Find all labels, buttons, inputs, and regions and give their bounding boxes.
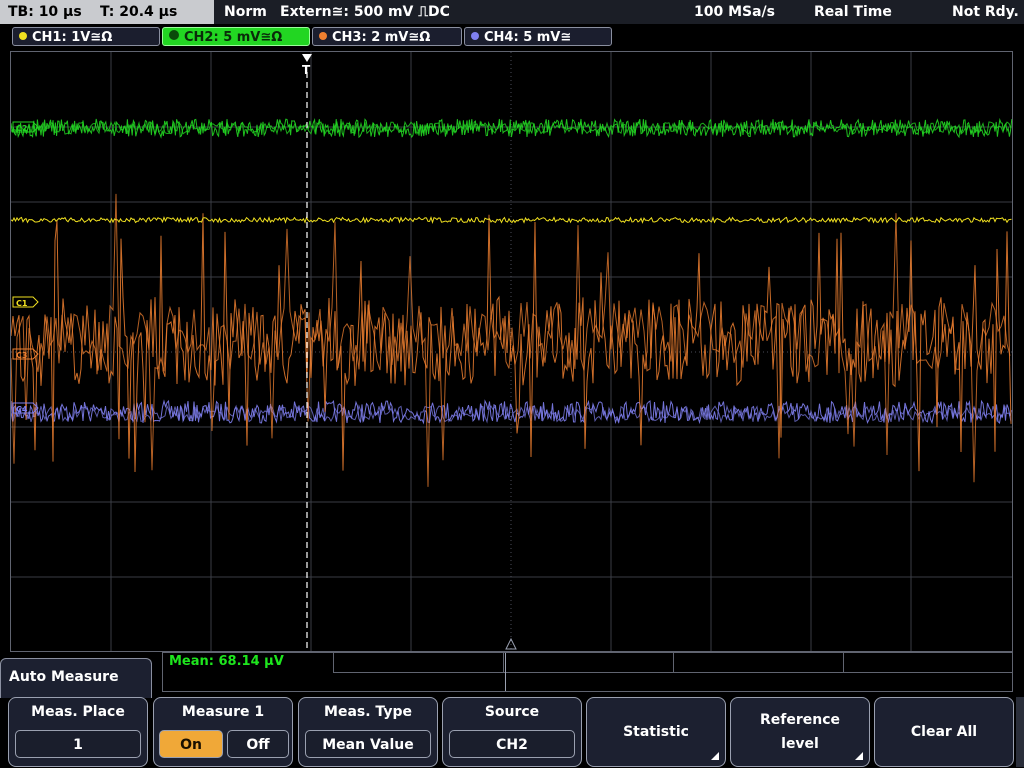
submenu-corner-icon: [711, 752, 719, 760]
waveform-display[interactable]: C2 C1 C3 C4 T: [10, 51, 1013, 652]
trigger-source: Extern≅: 500 mV ⎍DC: [280, 4, 450, 20]
ch2-marker-label: C2: [16, 124, 27, 133]
softkey-label: Measure 1: [181, 704, 265, 720]
softkey-label: Meas. Place: [31, 704, 125, 720]
softkey-label: Reference: [759, 712, 841, 728]
ch4-dot-icon: [471, 32, 479, 40]
ch4-marker-label: C4: [16, 405, 28, 414]
measure1-off-button[interactable]: Off: [227, 730, 289, 758]
ch1-level-marker[interactable]: C1: [12, 296, 39, 308]
menu-title: Auto Measure: [0, 658, 152, 698]
timebase-readout: TB: 10 µs: [8, 4, 82, 20]
meas-place-value[interactable]: 1: [15, 730, 141, 758]
softkey-label: Statistic: [623, 724, 689, 740]
trigger-mode: Norm: [224, 4, 267, 20]
meas-type-value[interactable]: Mean Value: [305, 730, 431, 758]
meas-place-softkey[interactable]: Meas. Place 1: [8, 697, 148, 767]
ch3-marker-label: C3: [16, 351, 27, 360]
channel-label: CH1: 1V≅Ω: [32, 30, 113, 45]
center-divider: [505, 653, 506, 691]
acquisition-state: Not Rdy.: [952, 4, 1019, 20]
channel-label: CH3: 2 mV≅Ω: [332, 30, 431, 45]
ch1-marker-label: C1: [16, 299, 28, 308]
softkey-label: level: [781, 736, 819, 752]
channel-tab-ch2[interactable]: CH2: 5 mV≅Ω: [162, 27, 310, 46]
measurement-result: Mean: 68.14 µV: [169, 654, 284, 669]
acquisition-mode: Real Time: [814, 4, 892, 20]
trigger-marker-label: T: [302, 63, 311, 77]
channel-tab-ch1[interactable]: CH1: 1V≅Ω: [12, 27, 160, 46]
clear-all-softkey[interactable]: Clear All: [874, 697, 1014, 767]
sample-rate: 100 MSa/s: [694, 4, 776, 20]
timebase-panel[interactable]: TB: 10 µs T: 20.4 µs: [0, 0, 214, 24]
meas-type-softkey[interactable]: Meas. Type Mean Value: [298, 697, 438, 767]
ch3-dot-icon: [319, 32, 327, 40]
channel-label: CH2: 5 mV≅Ω: [184, 30, 283, 45]
softkey-label: Source: [484, 704, 540, 720]
waveforms: [10, 117, 1013, 487]
channel-tab-ch4[interactable]: CH4: 5 mV≅: [464, 27, 612, 46]
result-slot: [333, 653, 504, 673]
trigger-time-readout: T: 20.4 µs: [100, 4, 178, 20]
result-slot: [673, 653, 844, 673]
measurement-result-bar: Mean: 68.14 µV: [162, 652, 1013, 692]
channel-tab-ch3[interactable]: CH3: 2 mV≅Ω: [312, 27, 462, 46]
softkey-label: Meas. Type: [324, 704, 412, 720]
channel-bar: CH1: 1V≅Ω CH2: 5 mV≅Ω CH3: 2 mV≅Ω CH4: 5…: [0, 26, 1024, 48]
waveform-canvas: C2 C1 C3 C4 T: [10, 52, 1013, 651]
measure1-on-button[interactable]: On: [159, 730, 223, 758]
softkey-label: Clear All: [910, 724, 978, 740]
ch2-dot-icon: [169, 30, 179, 40]
source-softkey[interactable]: Source CH2: [442, 697, 582, 767]
source-value[interactable]: CH2: [449, 730, 575, 758]
submenu-corner-icon: [855, 752, 863, 760]
channel-label: CH4: 5 mV≅: [484, 30, 572, 45]
ch1-dot-icon: [19, 32, 27, 40]
side-scroll-strip: [1016, 697, 1024, 767]
statistic-softkey[interactable]: Statistic: [586, 697, 726, 767]
reference-level-softkey[interactable]: Reference level: [730, 697, 870, 767]
result-slot: [843, 653, 1013, 673]
result-slot: [503, 653, 674, 673]
measure1-softkey[interactable]: Measure 1 On Off: [153, 697, 293, 767]
acquisition-panel[interactable]: Norm Extern≅: 500 mV ⎍DC 100 MSa/s Real …: [218, 0, 1024, 24]
status-bar: TB: 10 µs T: 20.4 µs Norm Extern≅: 500 m…: [0, 0, 1024, 24]
